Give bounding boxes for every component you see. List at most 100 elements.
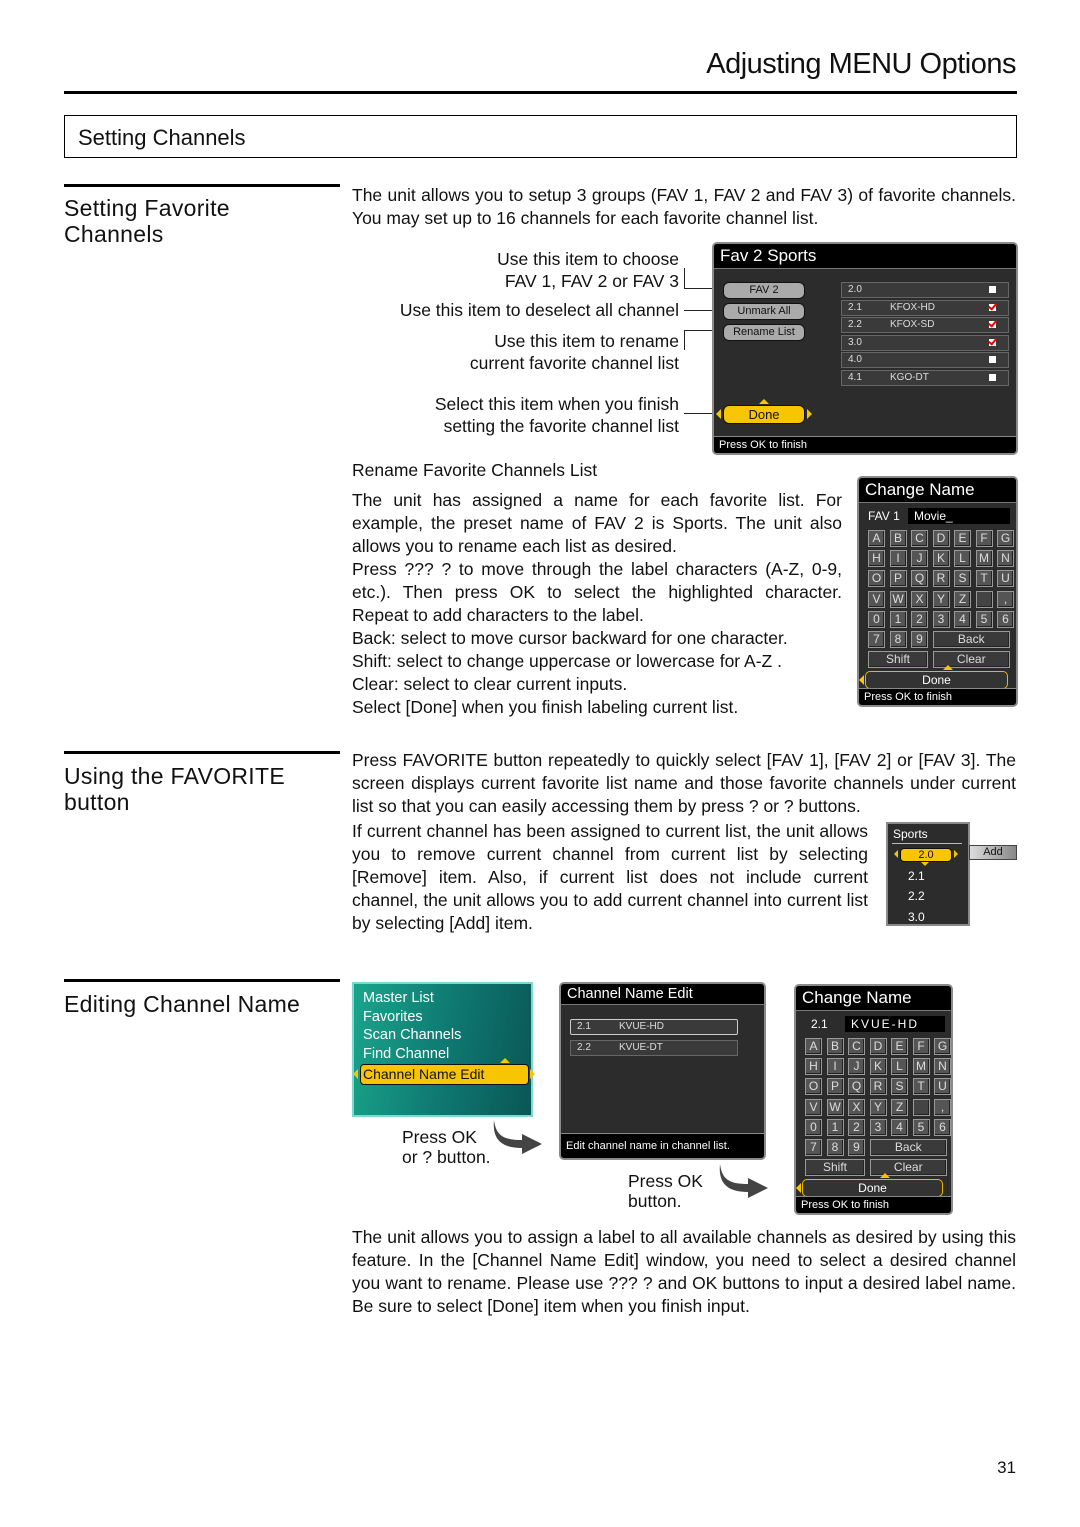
key-K[interactable]: K	[932, 550, 950, 568]
key-L[interactable]: L	[954, 550, 971, 568]
key-C[interactable]: C	[848, 1038, 865, 1055]
key-T[interactable]: T	[975, 570, 993, 588]
key-T[interactable]: T	[912, 1078, 930, 1096]
key-5[interactable]: 5	[912, 1118, 930, 1136]
key-A[interactable]: A	[805, 1038, 822, 1055]
checkbox-icon[interactable]	[989, 303, 996, 311]
key-N[interactable]: N	[997, 550, 1014, 568]
key-R[interactable]: R	[932, 570, 950, 588]
shift-key[interactable]: Shift	[805, 1159, 865, 1177]
menu-item-selected[interactable]: Channel Name Edit	[360, 1064, 529, 1085]
checkbox-icon[interactable]	[989, 356, 996, 363]
key-N[interactable]: N	[934, 1058, 951, 1076]
checkbox-icon[interactable]	[989, 373, 996, 381]
key-Y[interactable]: Y	[932, 590, 950, 608]
key-space[interactable]	[912, 1098, 930, 1116]
key-1[interactable]: 1	[889, 610, 907, 628]
key-4[interactable]: 4	[954, 610, 971, 628]
key-7[interactable]: 7	[868, 631, 885, 648]
back-key[interactable]: Back	[932, 631, 1010, 648]
menu-item[interactable]: Scan Channels	[363, 1027, 461, 1043]
key-6[interactable]: 6	[934, 1118, 951, 1136]
key-H[interactable]: H	[868, 550, 885, 568]
menu-item[interactable]: Master List	[363, 990, 434, 1006]
key-2[interactable]: 2	[911, 610, 928, 628]
key-D[interactable]: D	[932, 530, 950, 547]
key-E[interactable]: E	[891, 1038, 908, 1055]
key-0[interactable]: 0	[805, 1118, 822, 1136]
add-button[interactable]: Add	[969, 845, 1017, 860]
menu-item[interactable]: Find Channel	[363, 1046, 449, 1062]
done-button[interactable]: Done	[723, 405, 805, 424]
done-button[interactable]: Done	[802, 1179, 943, 1198]
key-M[interactable]: M	[912, 1058, 930, 1076]
key-S[interactable]: S	[954, 570, 971, 588]
unmark-all-button[interactable]: Unmark All	[723, 303, 805, 320]
checkbox-icon[interactable]	[989, 338, 996, 346]
channel-item[interactable]: 3.0	[908, 910, 925, 924]
key-I[interactable]: I	[889, 550, 907, 568]
key-C[interactable]: C	[911, 530, 928, 547]
key-space[interactable]	[975, 590, 993, 608]
key-9[interactable]: 9	[848, 1139, 865, 1156]
checkbox-icon[interactable]	[989, 321, 996, 328]
key-2[interactable]: 2	[848, 1118, 865, 1136]
key-Q[interactable]: Q	[848, 1078, 865, 1096]
key-P[interactable]: P	[826, 1078, 844, 1096]
key-I[interactable]: I	[826, 1058, 844, 1076]
menu-item[interactable]: Favorites	[363, 1009, 423, 1025]
key-B[interactable]: B	[889, 530, 907, 547]
key-9[interactable]: 9	[911, 631, 928, 648]
key-5[interactable]: 5	[975, 610, 993, 628]
channel-row[interactable]: 2.0	[841, 282, 1009, 298]
name-input[interactable]: KVUE-HD	[845, 1016, 945, 1032]
key-W[interactable]: W	[889, 590, 907, 608]
key-6[interactable]: 6	[997, 610, 1014, 628]
key-F[interactable]: F	[975, 530, 993, 547]
key-,[interactable]: ,	[934, 1098, 951, 1116]
key-A[interactable]: A	[868, 530, 885, 547]
key-P[interactable]: P	[889, 570, 907, 588]
key-X[interactable]: X	[911, 590, 928, 608]
key-8[interactable]: 8	[826, 1139, 844, 1156]
checkbox-icon[interactable]	[989, 286, 996, 293]
channel-row[interactable]: 2.2 KFOX-SD	[841, 317, 1009, 333]
fav-select-button[interactable]: FAV 2	[723, 282, 805, 299]
key-R[interactable]: R	[869, 1078, 887, 1096]
channel-row-selected[interactable]: 2.1 KVUE-HD	[570, 1019, 738, 1035]
key-8[interactable]: 8	[889, 631, 907, 648]
key-G[interactable]: G	[934, 1038, 951, 1055]
key-0[interactable]: 0	[868, 610, 885, 628]
rename-list-button[interactable]: Rename List	[723, 324, 805, 341]
key-M[interactable]: M	[975, 550, 993, 568]
key-B[interactable]: B	[826, 1038, 844, 1055]
key-S[interactable]: S	[891, 1078, 908, 1096]
key-D[interactable]: D	[869, 1038, 887, 1055]
key-G[interactable]: G	[997, 530, 1014, 547]
channel-item[interactable]: 2.2	[908, 889, 925, 903]
key-O[interactable]: O	[805, 1078, 822, 1096]
back-key[interactable]: Back	[869, 1139, 947, 1156]
channel-item[interactable]: 2.1	[908, 869, 925, 883]
key-1[interactable]: 1	[826, 1118, 844, 1136]
key-L[interactable]: L	[891, 1058, 908, 1076]
key-Q[interactable]: Q	[911, 570, 928, 588]
channel-item-selected[interactable]: 2.0	[900, 848, 952, 862]
key-J[interactable]: J	[848, 1058, 865, 1076]
key-3[interactable]: 3	[869, 1118, 887, 1136]
key-W[interactable]: W	[826, 1098, 844, 1116]
key-Z[interactable]: Z	[891, 1098, 908, 1116]
key-O[interactable]: O	[868, 570, 885, 588]
channel-row[interactable]: 3.0	[841, 334, 1009, 351]
key-V[interactable]: V	[868, 590, 885, 608]
name-input[interactable]: Movie_	[908, 508, 1010, 524]
channel-row[interactable]: 4.0	[841, 352, 1009, 368]
key-X[interactable]: X	[848, 1098, 865, 1116]
key-Z[interactable]: Z	[954, 590, 971, 608]
key-V[interactable]: V	[805, 1098, 822, 1116]
key-U[interactable]: U	[997, 570, 1014, 588]
key-,[interactable]: ,	[997, 590, 1014, 608]
key-7[interactable]: 7	[805, 1139, 822, 1156]
done-button[interactable]: Done	[865, 671, 1008, 690]
key-K[interactable]: K	[869, 1058, 887, 1076]
